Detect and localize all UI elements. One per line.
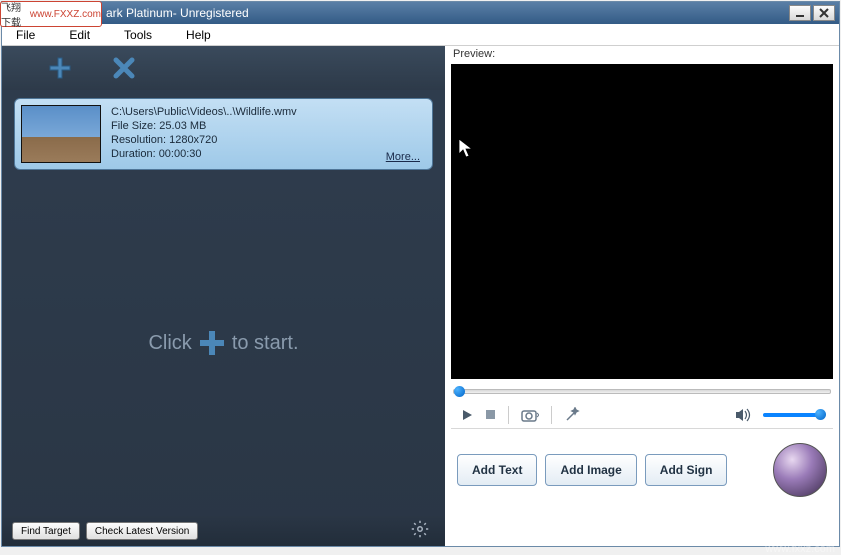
preview-panel: Preview: xyxy=(445,46,839,546)
close-button[interactable] xyxy=(813,5,835,21)
titlebar: ark Platinum- Unregistered xyxy=(2,2,839,24)
find-target-button[interactable]: Find Target xyxy=(12,522,80,540)
file-size: File Size: 25.03 MB xyxy=(111,119,426,133)
convert-button[interactable] xyxy=(773,443,827,497)
preview-viewport xyxy=(451,64,833,379)
source-badge: 飞翔下载 www.FXXZ.com xyxy=(0,1,102,27)
source-badge-cn: 飞翔下载 xyxy=(1,0,27,29)
menubar: File Edit Tools Help xyxy=(2,24,839,46)
minimize-button[interactable] xyxy=(789,5,811,21)
volume-slider[interactable] xyxy=(763,413,823,417)
volume-icon[interactable] xyxy=(735,408,751,422)
menu-help[interactable]: Help xyxy=(186,28,211,42)
file-list-panel: C:\Users\Public\Videos\..\Wildlife.wmv F… xyxy=(2,46,445,546)
stop-button[interactable] xyxy=(485,409,496,420)
add-image-button[interactable]: Add Image xyxy=(545,454,636,486)
app-window: ark Platinum- Unregistered File Edit Too… xyxy=(1,1,840,547)
menu-tools[interactable]: Tools xyxy=(124,28,152,42)
watermark-actions: Add Text Add Image Add Sign xyxy=(445,429,839,511)
plus-icon xyxy=(198,329,226,357)
preview-label: Preview: xyxy=(445,46,839,64)
file-thumbnail xyxy=(21,105,101,163)
hint-start: to start. xyxy=(232,332,299,355)
volume-thumb[interactable] xyxy=(815,409,826,420)
status-bar: Find Target Check Latest Version xyxy=(2,516,445,546)
remove-file-button[interactable] xyxy=(108,52,140,84)
player-controls xyxy=(451,401,833,429)
seek-bar[interactable] xyxy=(453,383,831,399)
menu-file[interactable]: File xyxy=(16,28,35,42)
snapshot-button[interactable] xyxy=(521,408,539,422)
separator xyxy=(508,406,509,424)
file-info: C:\Users\Public\Videos\..\Wildlife.wmv F… xyxy=(111,105,426,163)
file-path: C:\Users\Public\Videos\..\Wildlife.wmv xyxy=(111,105,426,119)
file-more-link[interactable]: More... xyxy=(386,151,420,163)
file-item[interactable]: C:\Users\Public\Videos\..\Wildlife.wmv F… xyxy=(14,98,433,170)
file-resolution: Resolution: 1280x720 xyxy=(111,133,426,147)
check-version-button[interactable]: Check Latest Version xyxy=(86,522,199,540)
settings-icon[interactable] xyxy=(411,520,429,543)
drop-hint[interactable]: Click to start. xyxy=(2,170,445,516)
seek-thumb[interactable] xyxy=(454,386,465,397)
window-title: ark Platinum- Unregistered xyxy=(6,6,787,20)
add-sign-button[interactable]: Add Sign xyxy=(645,454,728,486)
source-badge-url: www.FXXZ.com xyxy=(30,9,101,20)
separator xyxy=(551,406,552,424)
file-duration: Duration: 00:00:30 xyxy=(111,147,426,161)
file-toolbar xyxy=(2,46,445,90)
menu-edit[interactable]: Edit xyxy=(69,28,90,42)
add-file-button[interactable] xyxy=(44,52,76,84)
add-text-button[interactable]: Add Text xyxy=(457,454,537,486)
hint-click: Click xyxy=(148,332,191,355)
effects-button[interactable] xyxy=(564,407,580,423)
play-button[interactable] xyxy=(461,409,473,421)
main-area: C:\Users\Public\Videos\..\Wildlife.wmv F… xyxy=(2,46,839,546)
